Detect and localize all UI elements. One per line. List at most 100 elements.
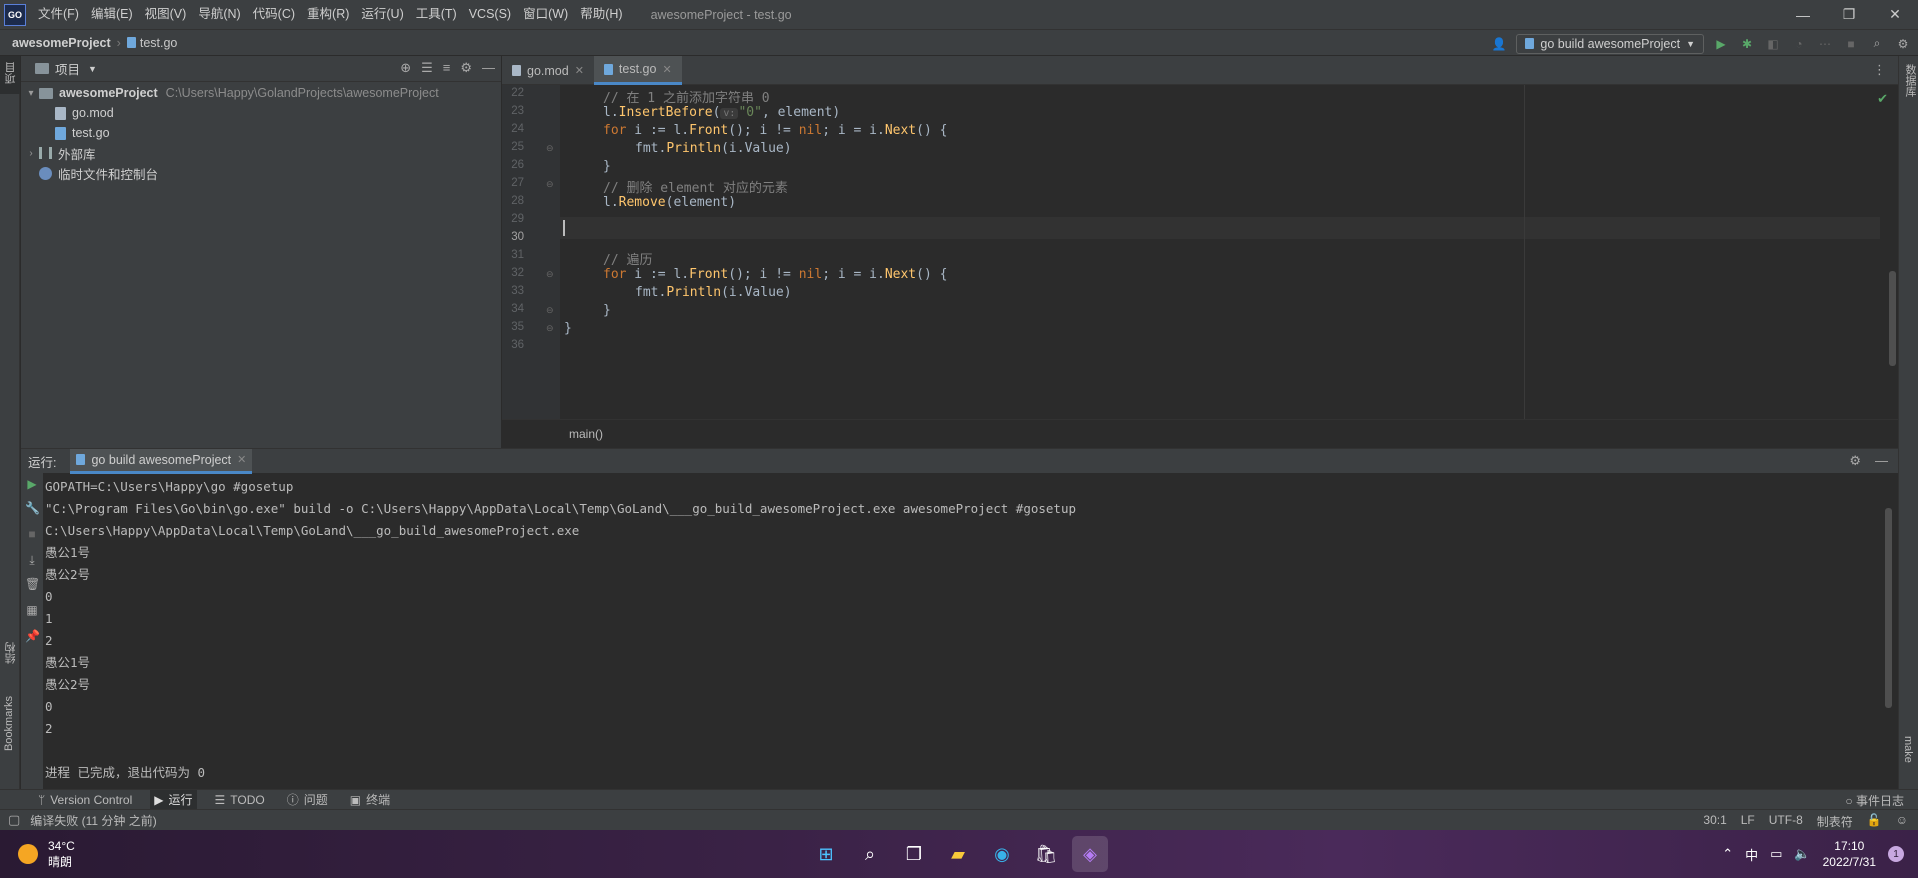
database-tool-label[interactable]: 数据库 — [1902, 64, 1918, 97]
menu-run[interactable]: 运行(U) — [355, 0, 409, 29]
panel-toggle-icon[interactable]: ▢ — [8, 812, 20, 828]
expand-all-icon[interactable]: ☰ — [421, 60, 433, 76]
close-icon[interactable]: ✕ — [575, 64, 584, 77]
structure-tool-label[interactable]: 结构 — [3, 642, 19, 664]
code-token: () { — [916, 267, 948, 282]
make-tool-label[interactable]: make — [1902, 736, 1914, 763]
wrench-icon[interactable]: 🔧 — [25, 501, 40, 515]
menu-window[interactable]: 窗口(W) — [517, 0, 574, 29]
goland-logo-icon[interactable]: GO — [4, 3, 26, 26]
weather-widget[interactable]: 34°C 晴朗 — [18, 838, 75, 870]
edge-browser-icon[interactable]: ◉ — [984, 836, 1020, 872]
goland-app-icon[interactable]: ◈ — [1072, 836, 1108, 872]
maximize-button[interactable]: ❐ — [1826, 0, 1872, 29]
coverage-icon[interactable]: ◧ — [1764, 35, 1782, 53]
close-button[interactable]: ✕ — [1872, 0, 1918, 29]
collapse-all-icon[interactable]: ≡ — [443, 60, 451, 76]
breadcrumb-project[interactable]: awesomeProject — [12, 36, 111, 50]
hide-icon[interactable]: — — [1875, 453, 1888, 469]
menu-view[interactable]: 视图(V) — [139, 0, 193, 29]
task-view-icon[interactable]: ❐ — [896, 836, 932, 872]
tab-problems[interactable]: ⓘ 问题 — [283, 790, 332, 810]
settings-gear-icon[interactable]: ⚙ — [1894, 35, 1912, 53]
tab-run[interactable]: ▶ 运行 — [150, 789, 197, 810]
profile-icon[interactable]: ◔ — [1790, 35, 1808, 53]
tab-gomod[interactable]: go.mod ✕ — [502, 56, 594, 85]
rerun-icon[interactable]: ▶ — [25, 477, 39, 491]
menu-edit[interactable]: 编辑(E) — [85, 0, 139, 29]
debug-icon[interactable]: ✱ — [1738, 35, 1756, 53]
console-scrollbar[interactable] — [1885, 508, 1892, 708]
menu-file[interactable]: 文件(F) — [32, 0, 85, 29]
project-panel-title[interactable]: 项目 — [55, 59, 80, 78]
search-icon[interactable]: ⌕ — [1868, 35, 1886, 53]
event-log-button[interactable]: ○ 事件日志 — [1845, 792, 1904, 809]
file-explorer-icon[interactable]: ▰ — [940, 836, 976, 872]
menu-refactor[interactable]: 重构(R) — [301, 0, 355, 29]
file-encoding[interactable]: UTF-8 — [1769, 813, 1803, 830]
code-editor[interactable]: // 在 1 之前添加字符串 0 l.InsertBefore(v: "0", e… — [502, 85, 1898, 419]
chevron-down-icon[interactable]: ▼ — [88, 64, 97, 74]
breadcrumb-file[interactable]: test.go — [140, 36, 178, 50]
indent-style[interactable]: 制表符 — [1817, 813, 1853, 830]
display-icon[interactable]: ▭ — [1770, 846, 1782, 862]
run-configuration-selector[interactable]: go build awesomeProject ▼ — [1516, 33, 1704, 54]
stop-icon[interactable]: ■ — [25, 527, 39, 541]
code-line-32: for i := l.Front(); i != nil; i = i.Next… — [603, 267, 947, 282]
tree-file-testgo[interactable]: test.go — [21, 123, 501, 143]
notification-badge[interactable]: 1 — [1888, 846, 1904, 862]
tab-terminal[interactable]: ▣ 终端 — [346, 790, 394, 810]
search-icon[interactable]: ⌕ — [852, 836, 888, 872]
tab-testgo[interactable]: test.go ✕ — [593, 56, 682, 85]
scroll-to-end-icon[interactable]: ⤓ — [25, 553, 39, 567]
run-icon[interactable]: ▶ — [1712, 35, 1730, 53]
editor-scrollbar[interactable] — [1889, 271, 1896, 366]
hide-icon[interactable]: — — [482, 60, 495, 76]
more-run-icon[interactable]: ⋯ — [1816, 35, 1834, 53]
locate-icon[interactable]: ⊕ — [400, 60, 411, 76]
clock[interactable]: 17:10 2022/7/31 — [1823, 838, 1876, 870]
pin-icon[interactable]: 📌 — [25, 629, 40, 643]
ime-indicator[interactable]: 中 — [1745, 845, 1758, 864]
project-tool-button[interactable]: 项目 — [0, 56, 20, 94]
tree-scratches[interactable]: 临时文件和控制台 — [21, 163, 501, 183]
bookmarks-tool-label[interactable]: Bookmarks — [3, 696, 15, 751]
chevron-up-icon[interactable]: ⌃ — [1722, 846, 1733, 862]
gear-icon[interactable]: ⚙ — [1849, 453, 1861, 469]
line-ending[interactable]: LF — [1741, 813, 1755, 830]
tree-file-gomod[interactable]: go.mod — [21, 103, 501, 123]
minimize-button[interactable]: — — [1780, 0, 1826, 29]
status-message[interactable]: 编译失败 (11 分钟 之前) — [30, 812, 156, 829]
menu-help[interactable]: 帮助(H) — [574, 0, 628, 29]
menu-tools[interactable]: 工具(T) — [410, 0, 463, 29]
trash-icon[interactable]: 🗑 — [25, 577, 40, 591]
tree-root[interactable]: ▾ awesomeProject C:\Users\Happy\GolandPr… — [21, 83, 501, 103]
lock-icon[interactable]: 🔓 — [1867, 813, 1882, 830]
gear-icon[interactable]: ⚙ — [460, 60, 472, 76]
console-output[interactable]: GOPATH=C:\Users\Happy\go #gosetup "C:\Pr… — [45, 473, 1865, 789]
cursor-position[interactable]: 30:1 — [1703, 813, 1726, 830]
chevron-right-icon[interactable]: › — [23, 148, 39, 159]
inspector-icon[interactable]: ☺ — [1896, 813, 1908, 830]
layout-icon[interactable]: ▦ — [25, 603, 39, 617]
volume-icon[interactable]: 🔈 — [1794, 846, 1810, 862]
tree-external-libs[interactable]: › 外部库 — [21, 143, 501, 163]
store-icon[interactable]: 🛍 — [1028, 836, 1064, 872]
tab-todo[interactable]: ☰ TODO — [211, 790, 269, 810]
user-icon[interactable]: 👤 — [1490, 35, 1508, 53]
chevron-down-icon[interactable]: ▾ — [23, 88, 39, 99]
menu-code[interactable]: 代码(C) — [247, 0, 301, 29]
menu-vcs[interactable]: VCS(S) — [463, 0, 517, 29]
menu-navigate[interactable]: 导航(N) — [192, 0, 246, 29]
close-icon[interactable]: ✕ — [662, 63, 671, 76]
more-options-icon[interactable]: ⋮ — [1873, 62, 1886, 78]
run-tab[interactable]: go build awesomeProject ✕ — [70, 448, 253, 474]
start-icon[interactable]: ⊞ — [808, 836, 844, 872]
code-line-33: fmt.Println(i.Value) — [635, 285, 792, 300]
tab-version-control[interactable]: ᛘ Version Control — [34, 790, 136, 810]
function-breadcrumb[interactable]: main() — [569, 427, 603, 441]
close-icon[interactable]: ✕ — [237, 453, 246, 466]
stop-icon[interactable]: ■ — [1842, 35, 1860, 53]
code-token: , element) — [761, 105, 841, 120]
